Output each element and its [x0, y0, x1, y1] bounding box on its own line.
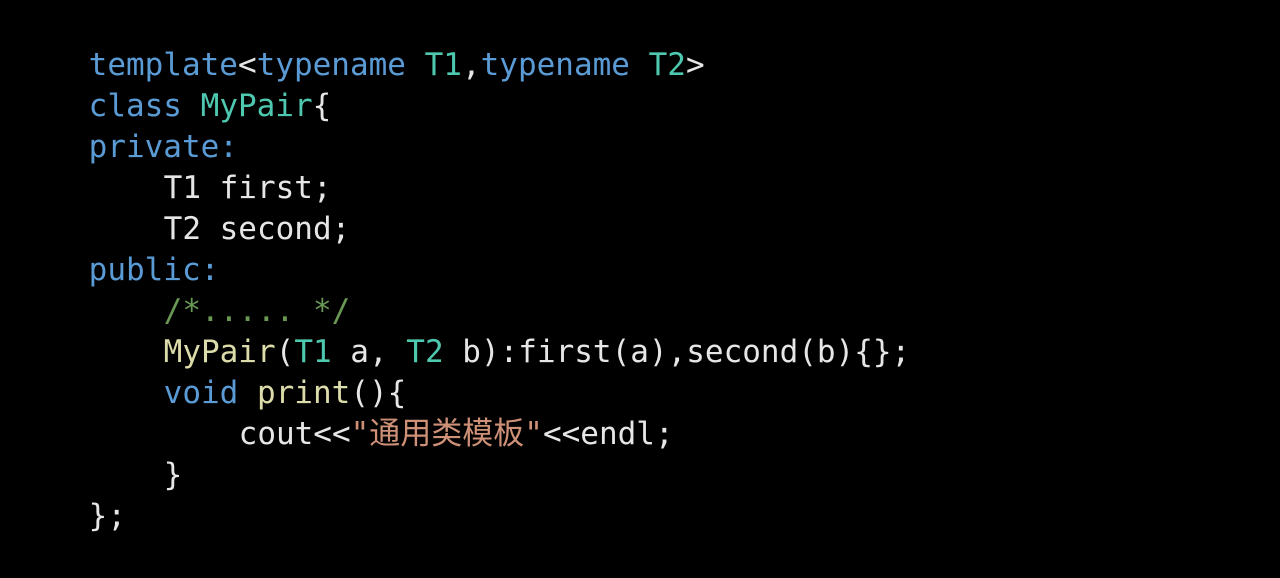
- token: <<endl;: [542, 416, 674, 452]
- token: MyPair: [163, 334, 276, 370]
- token: typename: [480, 47, 630, 83]
- code-line-12: };: [14, 455, 1280, 534]
- token: T1: [294, 334, 332, 370]
- token: cout<<: [238, 416, 351, 452]
- token: T1 first;: [163, 170, 332, 206]
- token: T2: [648, 47, 686, 83]
- token: T2 second;: [163, 211, 351, 247]
- token: }: [163, 457, 183, 493]
- token: public:: [88, 252, 220, 288]
- token: T1: [424, 47, 462, 83]
- token: {: [312, 88, 332, 124]
- token: };: [88, 498, 126, 534]
- token: (: [275, 334, 295, 370]
- token: MyPair: [200, 88, 313, 124]
- token: >: [685, 47, 705, 83]
- token: ,: [461, 47, 481, 83]
- token: <: [237, 47, 257, 83]
- code-editor: template<typename T1,typename T2> class …: [0, 0, 1280, 534]
- token: a,: [331, 334, 407, 370]
- code-line-1: template<typename T1,typename T2>: [14, 4, 1280, 83]
- token: template: [88, 47, 238, 83]
- token: (){: [350, 375, 407, 411]
- token: void: [163, 375, 239, 411]
- token: private:: [88, 129, 238, 165]
- token: typename: [256, 47, 406, 83]
- token: class: [88, 88, 182, 124]
- token: print: [256, 375, 351, 411]
- token: /*..... */: [163, 293, 351, 329]
- token: T2: [406, 334, 444, 370]
- token: b):first(a),second(b){};: [443, 334, 911, 370]
- token: "通用类模板": [350, 416, 543, 452]
